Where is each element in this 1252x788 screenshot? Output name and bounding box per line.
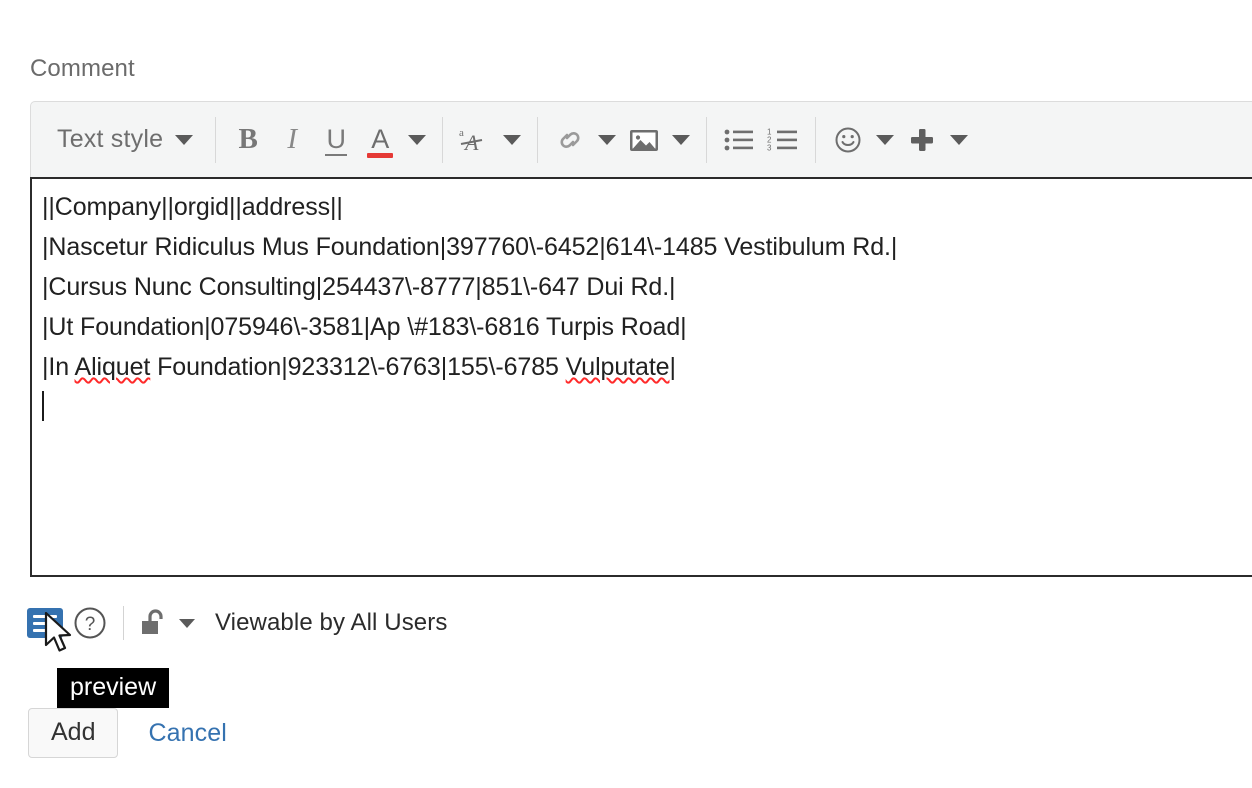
italic-icon: I: [287, 123, 298, 155]
comment-textarea[interactable]: ||Company||orgid||address|| |Nascetur Ri…: [30, 177, 1252, 577]
unlocked-padlock-icon[interactable]: [140, 607, 170, 639]
chevron-down-icon: [175, 134, 194, 145]
text-caret: [42, 391, 44, 421]
bold-button[interactable]: B: [226, 115, 270, 165]
add-button[interactable]: Add: [28, 708, 119, 758]
help-circle-icon[interactable]: ?: [73, 606, 107, 640]
editor-toolbar: Text style B I U A a A 1 2 3: [30, 101, 1252, 177]
footer-divider: [123, 606, 124, 640]
toolbar-divider: [442, 116, 444, 163]
svg-text:?: ?: [85, 614, 96, 635]
emoji-dropdown[interactable]: [870, 115, 900, 165]
image-button[interactable]: [622, 115, 666, 165]
emoji-icon: [835, 127, 861, 152]
editor-line-text: |: [669, 353, 676, 381]
editor-line-text: |In: [42, 353, 75, 381]
page-title: Comment: [30, 55, 135, 82]
chevron-down-icon: [876, 134, 895, 145]
text-style-label: Text style: [57, 125, 164, 153]
form-actions: Add Cancel: [28, 708, 227, 758]
toolbar-divider: [706, 116, 708, 163]
text-color-dropdown[interactable]: [402, 115, 432, 165]
toolbar-group-insert: [826, 102, 974, 177]
misspelled-word: Vulputate: [565, 353, 670, 381]
link-button[interactable]: [548, 115, 592, 165]
numbered-list-button[interactable]: 1 2 3: [761, 115, 805, 165]
visibility-dropdown-chevron-down-icon[interactable]: [179, 618, 195, 628]
editor-line: |Nascetur Ridiculus Mus Foundation|39776…: [42, 233, 898, 261]
bold-icon: B: [238, 123, 258, 155]
chevron-down-icon: [950, 134, 969, 145]
text-effects-icon: a A: [459, 127, 483, 155]
toolbar-divider: [537, 116, 539, 163]
plus-icon: [911, 128, 934, 151]
chevron-down-icon: [598, 134, 617, 145]
svg-text:a: a: [459, 127, 464, 139]
numbered-list-icon: 1 2 3: [767, 127, 798, 152]
italic-button[interactable]: I: [270, 115, 314, 165]
toolbar-group-textstyle: Text style: [37, 102, 205, 177]
rich-text-editor: Text style B I U A a A 1 2 3 ||Company||…: [30, 101, 1252, 577]
editor-line: |In Aliquet Foundation|923312\-6763|155\…: [42, 347, 1252, 387]
emoji-button[interactable]: [826, 115, 870, 165]
editor-footer: ? Viewable by All Users: [27, 601, 447, 645]
toolbar-divider: [215, 116, 217, 163]
underline-button[interactable]: U: [314, 115, 358, 165]
text-color-button[interactable]: A: [358, 115, 402, 165]
chevron-down-icon: [503, 134, 522, 145]
bullet-list-button[interactable]: [717, 115, 761, 165]
editor-line-text: Foundation|923312\-6763|155\-6785: [150, 353, 566, 381]
chevron-down-icon: [672, 134, 691, 145]
misspelled-word: Aliquet: [74, 353, 151, 381]
editor-line-empty: [42, 387, 1252, 427]
text-effects-dropdown[interactable]: [497, 115, 527, 165]
editor-line: |Ut Foundation|075946\-3581|Ap \#183\-68…: [42, 313, 687, 341]
text-style-dropdown[interactable]: Text style: [37, 115, 205, 165]
toolbar-group-lists: 1 2 3: [717, 102, 805, 177]
text-color-icon: A: [371, 123, 390, 154]
chevron-down-icon: [408, 134, 427, 145]
image-icon: [630, 129, 659, 151]
cancel-link[interactable]: Cancel: [148, 719, 226, 748]
link-icon: [560, 131, 580, 148]
toolbar-group-texteffects: a A: [453, 102, 527, 177]
toolbar-group-insert-media: [548, 102, 696, 177]
insert-more-button[interactable]: [900, 115, 944, 165]
toolbar-divider: [815, 116, 817, 163]
tooltip: preview: [57, 668, 170, 708]
insert-more-dropdown[interactable]: [944, 115, 974, 165]
editor-line: |Cursus Nunc Consulting|254437\-8777|851…: [42, 273, 676, 301]
svg-text:3: 3: [767, 143, 772, 152]
preview-icon[interactable]: [27, 608, 63, 638]
text-effects-button[interactable]: a A: [453, 115, 497, 165]
image-dropdown[interactable]: [666, 115, 696, 165]
editor-line: ||Company||orgid||address||: [42, 193, 343, 221]
underline-icon: U: [325, 123, 347, 156]
bullet-list-icon: [724, 129, 754, 150]
link-dropdown[interactable]: [592, 115, 622, 165]
toolbar-group-format: B I U A: [226, 102, 432, 177]
visibility-label: Viewable by All Users: [215, 609, 448, 636]
